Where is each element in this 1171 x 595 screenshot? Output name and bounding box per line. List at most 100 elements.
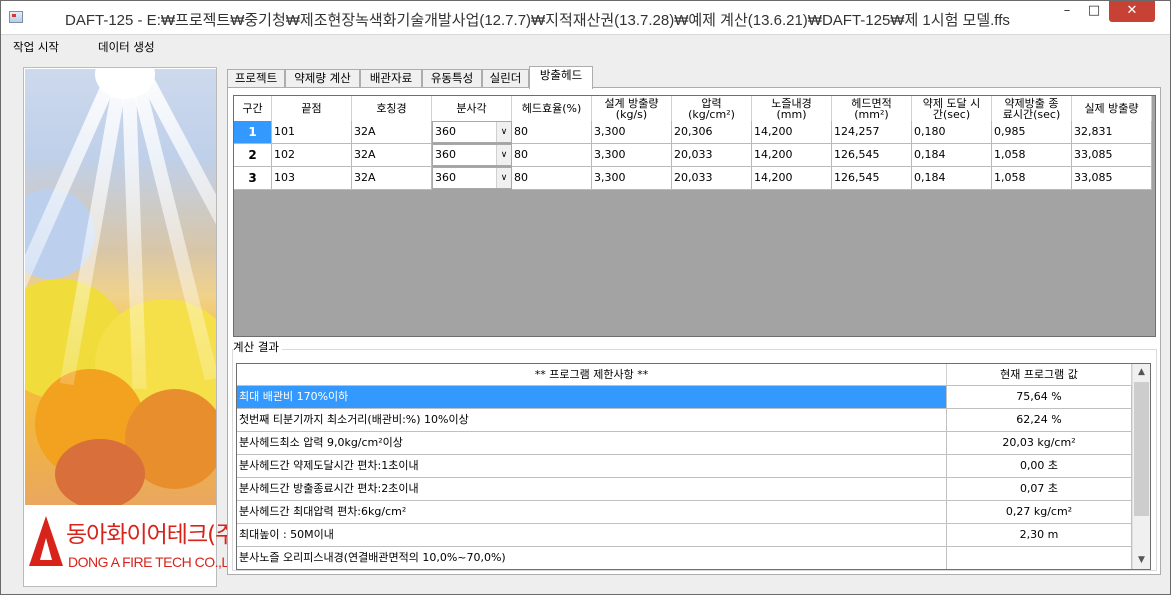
col-header-endpoint[interactable]: 끝점 [272, 96, 352, 121]
result-table[interactable]: ** 프로그램 제한사항 ** 현재 프로그램 값 최대 배관비 170%이하 75,… [236, 363, 1151, 570]
result-value-cell[interactable]: 0,00 초 [947, 455, 1132, 478]
result-limit-cell[interactable]: 분사노즐 오리피스내경(연결배관면적의 10,0%~70,0%) [237, 547, 947, 569]
result-limit-cell[interactable]: 분사헤드간 최대압력 편차:6kg/cm² [237, 501, 947, 524]
spray-angle-select[interactable]: 360 ∨ [432, 144, 512, 166]
main-window: DAFT-125 - E:₩프로젝트₩중기청₩제조현장녹색화기술개발사업(12.… [0, 0, 1171, 595]
minimize-button[interactable]: – [1053, 1, 1081, 22]
grid-cell[interactable]: 80 [512, 167, 592, 190]
grid-cell[interactable]: 0,184 [912, 167, 992, 190]
result-header-value[interactable]: 현재 프로그램 값 [947, 364, 1132, 386]
spray-angle-value: 360 [435, 171, 456, 184]
col-header-nozzle-diameter[interactable]: 노즐내경 (mm) [752, 96, 832, 121]
result-limit-cell[interactable]: 첫번째 티분기까지 최소거리(배관비:%) 10%이상 [237, 409, 947, 432]
menu-bar: 작업 시작 데이터 생성 [1, 36, 1170, 58]
app-icon[interactable] [9, 11, 23, 23]
grid-cell[interactable]: 20,306 [672, 121, 752, 144]
grid-cell[interactable]: 1,058 [992, 144, 1072, 167]
result-header-limit[interactable]: ** 프로그램 제한사항 ** [237, 364, 947, 386]
result-group-label: 계산 결과 [233, 339, 282, 355]
col-header-section[interactable]: 구간 [234, 96, 272, 121]
chevron-down-icon[interactable]: ∨ [496, 168, 511, 188]
grid-cell[interactable]: 14,200 [752, 121, 832, 144]
grid-cell[interactable]: 14,200 [752, 167, 832, 190]
result-value-cell[interactable]: 2,30 m [947, 524, 1132, 547]
grid-cell[interactable]: 32A [352, 121, 432, 144]
grid-cell[interactable]: 124,257 [832, 121, 912, 144]
maximize-button[interactable]: □ [1081, 1, 1107, 22]
col-header-head-efficiency[interactable]: 헤드효율(%) [512, 96, 592, 121]
row-header[interactable]: 3 [234, 167, 272, 190]
grid-cell[interactable]: 20,033 [672, 144, 752, 167]
col-header-head-area[interactable]: 헤드면적 (mm²) [832, 96, 912, 121]
title-bar[interactable]: DAFT-125 - E:₩프로젝트₩중기청₩제조현장녹색화기술개발사업(12.… [1, 1, 1170, 35]
tab-project[interactable]: 프로젝트 [227, 69, 285, 88]
grid-cell[interactable]: 0,180 [912, 121, 992, 144]
grid-cell[interactable]: 14,200 [752, 144, 832, 167]
grid-cell[interactable]: 3,300 [592, 121, 672, 144]
col-header-nominal-size[interactable]: 호칭경 [352, 96, 432, 121]
spray-angle-select[interactable]: 360 ∨ [432, 121, 512, 143]
grid-cell[interactable]: 102 [272, 144, 352, 167]
grid-cell[interactable]: 126,545 [832, 167, 912, 190]
grid-cell[interactable]: 80 [512, 121, 592, 144]
result-limit-cell[interactable]: 분사헤드간 약제도달시간 편차:1초이내 [237, 455, 947, 478]
tab-cylinder[interactable]: 실린더 [482, 69, 529, 88]
close-button[interactable]: ✕ [1109, 1, 1155, 22]
spray-angle-select[interactable]: 360 ∨ [432, 167, 512, 189]
grid-cell[interactable]: 32,831 [1072, 121, 1152, 144]
grid-cell[interactable]: 0,985 [992, 121, 1072, 144]
grid-cell[interactable]: 32A [352, 167, 432, 190]
result-value-cell[interactable]: 0,07 초 [947, 478, 1132, 501]
menu-start-work[interactable]: 작업 시작 [13, 39, 59, 55]
company-logo: 동아화이어테크(주) DONG A FIRE TECH CO.,LTD. [24, 506, 249, 586]
grid-cell[interactable]: 80 [512, 144, 592, 167]
result-value-cell[interactable]: 20,03 kg/cm² [947, 432, 1132, 455]
logo-a-mark-icon [29, 516, 63, 566]
grid-cell[interactable]: 32A [352, 144, 432, 167]
col-header-actual-flow[interactable]: 실제 방출량 [1072, 96, 1152, 121]
scroll-thumb[interactable] [1134, 382, 1149, 516]
result-group: ** 프로그램 제한사항 ** 현재 프로그램 값 최대 배관비 170%이하 75,… [232, 349, 1157, 571]
menu-generate-data[interactable]: 데이터 생성 [98, 39, 155, 55]
arrow-up-icon[interactable]: ▲ [1133, 364, 1150, 381]
fire-suppression-image [25, 69, 216, 505]
window-title: DAFT-125 - E:₩프로젝트₩중기청₩제조현장녹색화기술개발사업(12.… [65, 12, 1010, 29]
company-name-english: DONG A FIRE TECH CO.,LTD. [68, 554, 249, 570]
row-header[interactable]: 2 [234, 144, 272, 167]
chevron-down-icon[interactable]: ∨ [496, 145, 511, 165]
col-header-discharge-end-time[interactable]: 약제방출 종 료시간(sec) [992, 96, 1072, 121]
vertical-scrollbar[interactable]: ▲ ▼ [1132, 364, 1150, 569]
grid-cell[interactable]: 20,033 [672, 167, 752, 190]
tab-agent-calc[interactable]: 약제량 계산 [285, 69, 360, 88]
result-limit-cell[interactable]: 분사헤드최소 압력 9,0kg/cm²이상 [237, 432, 947, 455]
branding-panel: 동아화이어테크(주) DONG A FIRE TECH CO.,LTD. [23, 67, 249, 587]
grid-cell[interactable]: 103 [272, 167, 352, 190]
result-value-cell[interactable] [947, 547, 1132, 569]
col-header-design-flow[interactable]: 설계 방출량 (kg/s) [592, 96, 672, 121]
result-limit-cell[interactable]: 최대높이 : 50M이내 [237, 524, 947, 547]
arrow-down-icon[interactable]: ▼ [1133, 552, 1150, 569]
result-limit-cell[interactable]: 최대 배관비 170%이하 [237, 386, 947, 409]
grid-cell[interactable]: 3,300 [592, 167, 672, 190]
row-header[interactable]: 1 [234, 121, 272, 144]
tab-pipe-data[interactable]: 배관자료 [360, 69, 422, 88]
result-limit-cell[interactable]: 분사헤드간 방출종료시간 편차:2초이내 [237, 478, 947, 501]
col-header-spray-angle[interactable]: 분사각 [432, 96, 512, 121]
grid-cell[interactable]: 3,300 [592, 144, 672, 167]
grid-cell[interactable]: 1,058 [992, 167, 1072, 190]
result-value-cell[interactable]: 75,64 % [947, 386, 1132, 409]
grid-cell[interactable]: 126,545 [832, 144, 912, 167]
col-header-arrival-time[interactable]: 약제 도달 시 간(sec) [912, 96, 992, 121]
discharge-head-grid[interactable]: 구간 끝점 호칭경 분사각 헤드효율(%) 설계 방출량 (kg/s) 압력 (kg/cm²… [233, 95, 1156, 337]
tab-discharge-head[interactable]: 방출헤드 [529, 66, 593, 89]
spray-angle-value: 360 [435, 148, 456, 161]
grid-cell[interactable]: 0,184 [912, 144, 992, 167]
chevron-down-icon[interactable]: ∨ [496, 122, 511, 142]
tab-flow[interactable]: 유동특성 [422, 69, 482, 88]
result-value-cell[interactable]: 62,24 % [947, 409, 1132, 432]
grid-cell[interactable]: 101 [272, 121, 352, 144]
col-header-pressure[interactable]: 압력 (kg/cm²) [672, 96, 752, 121]
result-value-cell[interactable]: 0,27 kg/cm² [947, 501, 1132, 524]
grid-cell[interactable]: 33,085 [1072, 167, 1152, 190]
grid-cell[interactable]: 33,085 [1072, 144, 1152, 167]
